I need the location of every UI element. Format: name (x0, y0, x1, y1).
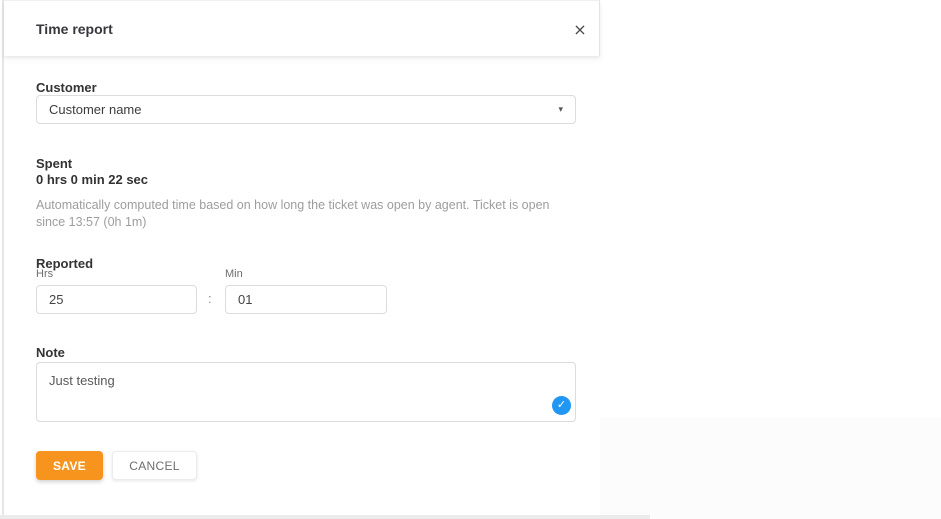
page-background-lower (600, 417, 941, 519)
hrs-input[interactable] (36, 285, 197, 314)
time-separator: : (208, 291, 212, 306)
customer-select[interactable]: Customer name ▾ (36, 95, 576, 124)
spent-description: Automatically computed time based on how… (36, 197, 568, 231)
spent-value: 0 hrs 0 min 22 sec (36, 172, 148, 187)
chevron-down-icon: ▾ (558, 96, 563, 123)
note-textarea[interactable]: Just testing (36, 362, 576, 422)
customer-select-value: Customer name (49, 102, 141, 117)
cancel-button[interactable]: CANCEL (112, 451, 197, 480)
save-button[interactable]: SAVE (36, 451, 103, 480)
page-bottom-edge (0, 515, 650, 519)
customer-label: Customer (36, 80, 97, 95)
check-icon[interactable]: ✓ (552, 396, 571, 415)
min-input[interactable] (225, 285, 387, 314)
spent-label: Spent (36, 156, 72, 171)
modal-title: Time report (36, 21, 113, 37)
modal-header: Time report × (4, 0, 600, 56)
hrs-label: Hrs (36, 268, 53, 280)
note-label: Note (36, 345, 65, 360)
min-label: Min (225, 268, 243, 280)
time-report-modal: Time report × Customer Customer name ▾ S… (4, 0, 600, 515)
close-icon[interactable]: × (569, 19, 591, 41)
